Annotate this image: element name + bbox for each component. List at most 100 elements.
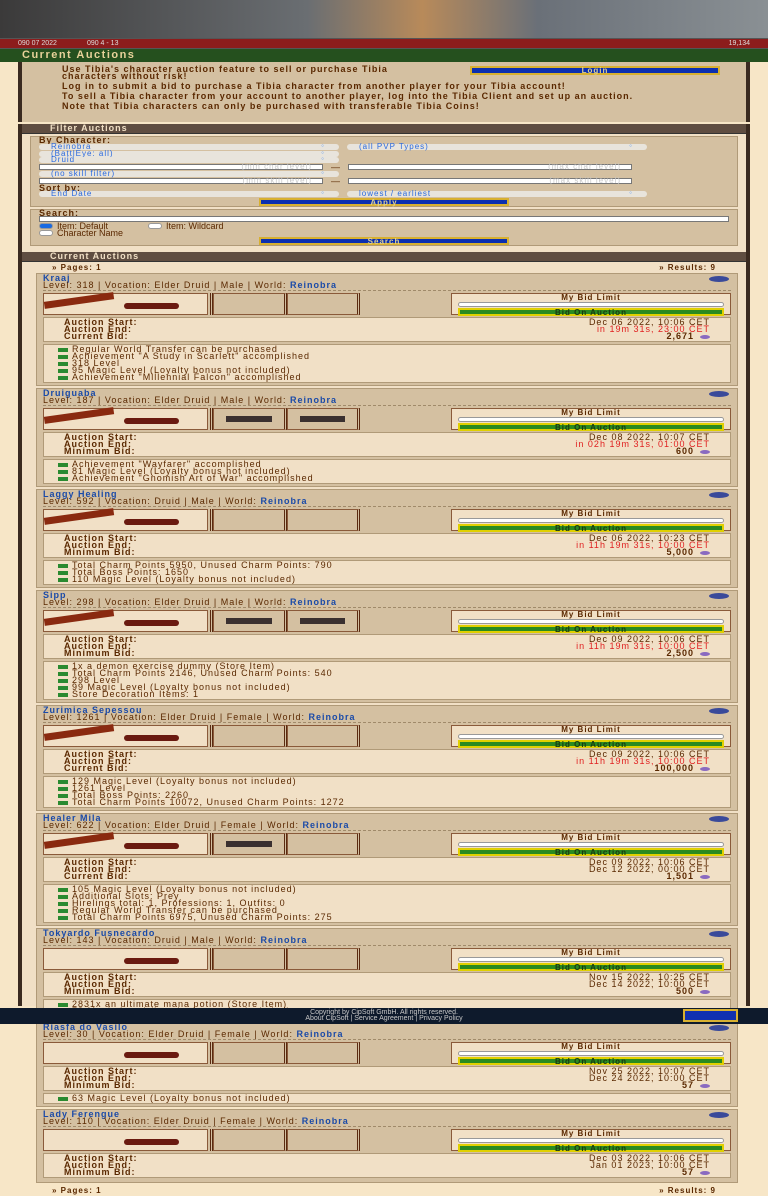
item-slots [210, 610, 360, 632]
auction-card: Sipp Level: 298 | Vocation: Elder Druid … [36, 590, 738, 703]
sort-order-select[interactable]: lowest / earliest [347, 190, 647, 198]
results-bottom: » Results: 9 [659, 1186, 716, 1195]
tibia-coin-icon [700, 767, 710, 771]
my-bid-limit-label: My Bid Limit [561, 725, 621, 734]
auction-features: Regular World Transfer can be purchased A… [43, 344, 731, 383]
intro-text-1: Use Tibia's character auction feature to… [62, 64, 388, 81]
bid-limit-input[interactable] [458, 1138, 724, 1143]
tibia-coin-icon [700, 450, 710, 454]
bid-label: Current Bid: [64, 871, 129, 881]
battleye-icon [709, 931, 729, 937]
item-slot[interactable] [286, 1042, 360, 1064]
item-slot[interactable] [286, 833, 360, 855]
max-skill-input[interactable]: (max skill level) [348, 177, 632, 185]
bid-limit-input[interactable] [458, 957, 724, 962]
min-skill-input[interactable]: (min skill level) [39, 177, 323, 185]
auction-features: 105 Magic Level (Loyalty bonus not inclu… [43, 884, 731, 923]
login-button[interactable]: Login [470, 66, 720, 75]
item-slots [210, 725, 360, 747]
radio-item-default[interactable] [39, 223, 53, 230]
bid-limit-input[interactable] [458, 302, 724, 307]
world-link[interactable]: Reinobra [302, 1116, 349, 1126]
item-slot[interactable] [213, 948, 287, 970]
bid-on-auction-button[interactable]: Bid On Auction [458, 524, 724, 533]
bid-on-auction-button[interactable]: Bid On Auction [458, 848, 724, 857]
bid-on-auction-button[interactable]: Bid On Auction [458, 740, 724, 749]
bid-on-auction-button[interactable]: Bid On Auction [458, 1144, 724, 1153]
my-bid-limit-label: My Bid Limit [561, 408, 621, 417]
bid-limit-input[interactable] [458, 1051, 724, 1056]
max-level-input[interactable]: (max char level) [348, 163, 632, 171]
bid-limit-input[interactable] [458, 842, 724, 847]
auction-card: Laggy Healing Level: 592 | Vocation: Dru… [36, 489, 738, 588]
item-slot[interactable] [286, 610, 360, 632]
bid-label: Minimum Bid: [64, 547, 136, 557]
bid-label: Minimum Bid: [64, 1167, 136, 1177]
item-slots [210, 408, 360, 430]
item-slot[interactable] [213, 725, 287, 747]
item-slot[interactable] [286, 509, 360, 531]
sort-field-select[interactable]: End Date [39, 190, 339, 198]
search-input[interactable] [39, 216, 729, 222]
item-slot[interactable] [213, 293, 287, 315]
auction-times: Auction Start: Auction End: Minimum Bid: D… [43, 432, 731, 457]
skill-select[interactable]: (no skill filter) [39, 170, 339, 178]
world-link[interactable]: Reinobra [260, 496, 307, 506]
item-slot[interactable] [213, 408, 287, 430]
pages-bottom[interactable]: » Pages: 1 [52, 1187, 102, 1195]
character-info: Level: 1261 | Vocation: Elder Druid | Fe… [43, 712, 731, 723]
bid-on-auction-button[interactable]: Bid On Auction [458, 625, 724, 634]
bid-value: 57 [681, 1167, 694, 1177]
bid-on-auction-button[interactable]: Bid On Auction [458, 423, 724, 432]
world-link[interactable]: Reinobra [290, 597, 337, 607]
apply-button[interactable]: Apply [259, 197, 509, 206]
auction-start-label: Auction Start: [64, 1066, 138, 1076]
item-icon [299, 416, 345, 422]
character-outfit [43, 407, 208, 430]
bid-limit-input[interactable] [458, 734, 724, 739]
world-link[interactable]: Reinobra [308, 712, 355, 722]
auction-features: Total Charm Points 5950, Unused Charm Po… [43, 560, 731, 585]
bid-limit-input[interactable] [458, 619, 724, 624]
item-slot[interactable] [286, 1129, 360, 1151]
search-button[interactable]: Search [259, 236, 509, 245]
auction-start-label: Auction Start: [64, 1153, 138, 1163]
item-slot[interactable] [213, 833, 287, 855]
pages-top[interactable]: » Pages: 1 [52, 264, 102, 272]
item-slot[interactable] [286, 293, 360, 315]
radio-item-wildcard[interactable] [148, 223, 163, 230]
battleye-icon [709, 492, 729, 498]
bid-on-auction-button[interactable]: Bid On Auction [458, 308, 724, 317]
radio-character-name[interactable] [39, 230, 53, 237]
vocation-select[interactable]: Druid [39, 156, 339, 164]
footer-links[interactable]: About CipSoft | Service Agreement | Priv… [0, 1015, 768, 1022]
bid-limit-input[interactable] [458, 518, 724, 523]
item-slot[interactable] [213, 610, 287, 632]
character-info: Level: 110 | Vocation: Elder Druid | Fem… [43, 1116, 731, 1127]
battleye-select[interactable]: (BattlEye: all) [39, 149, 339, 157]
item-slot[interactable] [286, 725, 360, 747]
players-online[interactable]: 19,134 [729, 39, 750, 48]
bid-on-auction-button[interactable]: Bid On Auction [458, 1057, 724, 1066]
bid-limit-input[interactable] [458, 417, 724, 422]
featured-banner-icon [43, 724, 115, 741]
feature-icon [58, 894, 68, 899]
world-link[interactable]: Reinobra [290, 280, 337, 290]
feature-line: Achievement "Millennial Falcon" accompli… [58, 373, 716, 382]
world-link[interactable]: Reinobra [302, 820, 349, 830]
outfit-icon [124, 620, 179, 626]
item-slot[interactable] [213, 509, 287, 531]
item-slot[interactable] [286, 408, 360, 430]
pvp-type-select[interactable]: (all PVP Types) [347, 142, 647, 150]
character-outfit [43, 832, 208, 855]
character-info: Level: 30 | Vocation: Elder Druid | Fema… [43, 1029, 731, 1040]
item-slot[interactable] [213, 1129, 287, 1151]
item-slot[interactable] [213, 1042, 287, 1064]
auction-end-label: Auction End: [64, 1160, 132, 1170]
world-link[interactable]: Reinobra [260, 935, 307, 945]
bid-on-auction-button[interactable]: Bid On Auction [458, 963, 724, 972]
world-link[interactable]: Reinobra [296, 1029, 343, 1039]
back-to-top-button[interactable] [683, 1009, 738, 1022]
world-link[interactable]: Reinobra [290, 395, 337, 405]
item-slot[interactable] [286, 948, 360, 970]
